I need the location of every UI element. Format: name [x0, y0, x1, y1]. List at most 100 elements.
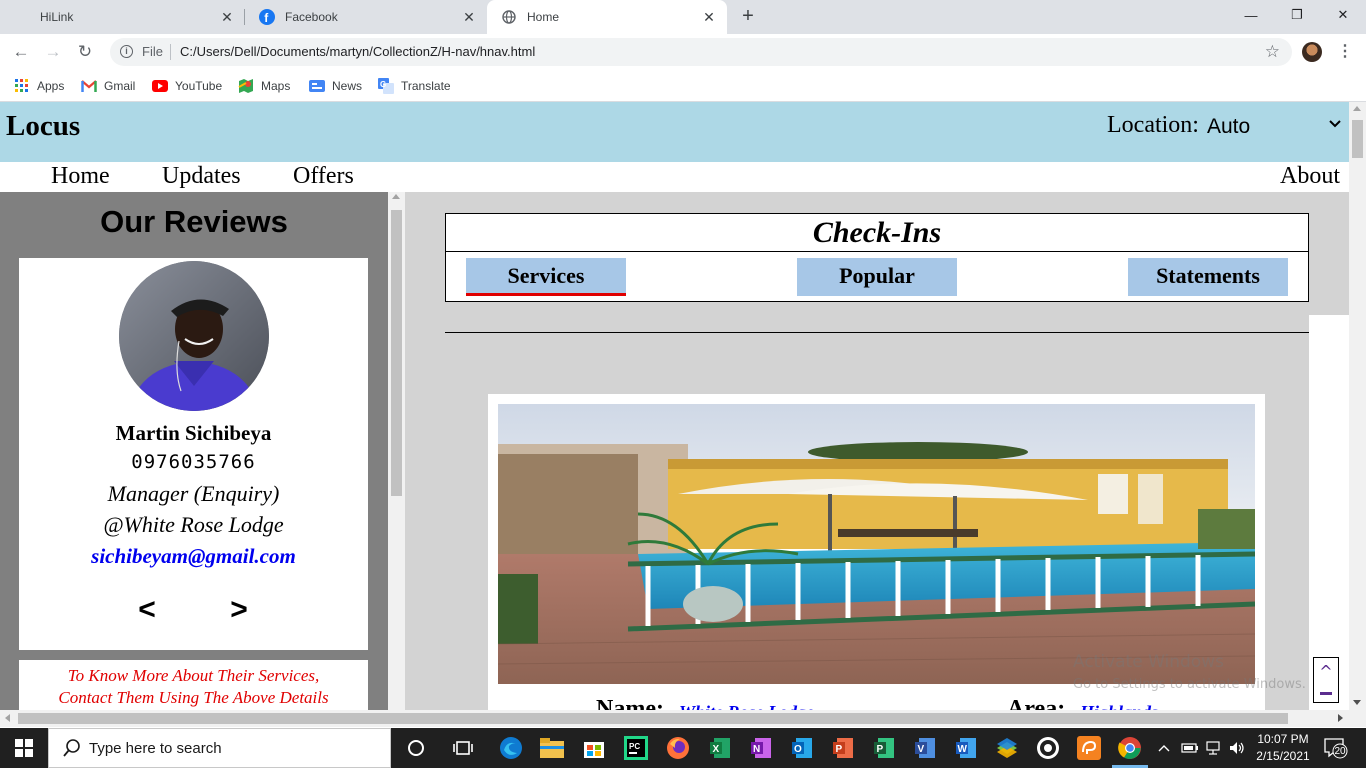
- chrome-icon[interactable]: [1116, 734, 1144, 762]
- menu-kebab-icon[interactable]: ⋮: [1337, 42, 1353, 62]
- info-icon[interactable]: i: [120, 45, 133, 58]
- svg-text:P: P: [877, 744, 884, 755]
- divider: [170, 44, 171, 60]
- tab-facebook[interactable]: f Facebook ✕: [245, 0, 487, 34]
- news-icon: [309, 78, 325, 94]
- scroll-left-arrow-icon[interactable]: [5, 714, 10, 722]
- sidebar-scrollbar[interactable]: [388, 192, 405, 710]
- pdf-editor-icon[interactable]: [1075, 734, 1103, 762]
- bookmark-maps[interactable]: Maps: [238, 78, 290, 94]
- file-explorer-icon[interactable]: [538, 734, 566, 762]
- close-window-button[interactable]: ✕: [1320, 0, 1366, 30]
- obs-icon[interactable]: [1034, 734, 1062, 762]
- bookmark-news[interactable]: News: [309, 78, 362, 94]
- word-icon[interactable]: W: [952, 734, 980, 762]
- close-tab-icon[interactable]: ✕: [461, 9, 477, 25]
- checkins-title: Check-Ins: [446, 214, 1308, 252]
- listing-area-value[interactable]: Highlands: [1080, 702, 1158, 710]
- store-icon[interactable]: [580, 734, 608, 762]
- bookmark-youtube[interactable]: YouTube: [152, 78, 222, 94]
- main-nav: Home Updates Offers About: [0, 162, 1349, 192]
- bookmark-gmail[interactable]: Gmail: [81, 78, 135, 94]
- onenote-icon[interactable]: N: [747, 734, 775, 762]
- tab-statements[interactable]: Statements: [1128, 258, 1288, 296]
- activation-watermark-subtitle: Go to Settings to activate Windows.: [1073, 677, 1306, 692]
- volume-icon[interactable]: [1228, 728, 1246, 768]
- excel-icon[interactable]: X: [706, 734, 734, 762]
- windows-taskbar: Type here to search PC X N O P P V W 10:…: [0, 728, 1366, 768]
- reviewer-email-link[interactable]: sichibeyam@gmail.com: [19, 544, 368, 569]
- tab-hilink[interactable]: HiLink ✕: [0, 0, 245, 34]
- outlook-icon[interactable]: O: [788, 734, 816, 762]
- pycharm-icon[interactable]: PC: [622, 734, 650, 762]
- tab-title: Facebook: [285, 10, 338, 24]
- location-label: Location:: [1107, 112, 1199, 138]
- tab-home[interactable]: Home ✕: [487, 0, 727, 34]
- site-logo[interactable]: Locus: [6, 110, 80, 143]
- restore-button[interactable]: ❐: [1274, 0, 1320, 30]
- listing-photo[interactable]: [498, 404, 1255, 684]
- scroll-thumb[interactable]: [1352, 120, 1363, 158]
- powerpoint-icon[interactable]: P: [829, 734, 857, 762]
- forward-icon[interactable]: →: [43, 42, 63, 62]
- page-vertical-scrollbar[interactable]: [1349, 102, 1366, 710]
- visio-icon[interactable]: V: [911, 734, 939, 762]
- listing-name-value[interactable]: White Rose Lodge: [679, 702, 814, 710]
- back-icon[interactable]: ←: [11, 42, 31, 62]
- omnibox[interactable]: i File C:/Users/Dell/Documents/martyn/Co…: [110, 38, 1292, 66]
- new-tab-button[interactable]: +: [738, 6, 758, 26]
- nav-updates[interactable]: Updates: [162, 163, 241, 190]
- scroll-thumb[interactable]: [18, 713, 1288, 724]
- system-clock[interactable]: 10:07 PM 2/15/2021: [1253, 731, 1313, 765]
- review-prev-button[interactable]: <: [132, 593, 162, 627]
- review-next-button[interactable]: >: [224, 593, 254, 627]
- bluestacks-icon[interactable]: [993, 734, 1021, 762]
- location-select[interactable]: Auto: [1207, 114, 1349, 140]
- windows-start-icon[interactable]: [0, 728, 48, 768]
- bookmarks-bar: Apps Gmail YouTube Maps News G Translate: [0, 70, 1366, 102]
- cortana-icon[interactable]: [402, 734, 430, 762]
- hilink-icon: [14, 9, 30, 25]
- url-text[interactable]: C:/Users/Dell/Documents/martyn/Collectio…: [180, 44, 535, 59]
- bookmark-label: Translate: [401, 79, 451, 93]
- apps-grid-icon: [14, 78, 30, 94]
- listing-area-label: Area:: [1007, 696, 1066, 710]
- nav-about[interactable]: About: [1280, 163, 1340, 190]
- task-view-icon[interactable]: [449, 734, 477, 762]
- bookmark-translate[interactable]: G Translate: [378, 78, 451, 94]
- reload-icon[interactable]: ↻: [75, 42, 95, 62]
- scroll-down-arrow-icon[interactable]: [1353, 700, 1361, 705]
- edge-icon[interactable]: [497, 734, 525, 762]
- bookmark-star-icon[interactable]: ☆: [1265, 42, 1280, 62]
- nav-offers[interactable]: Offers: [293, 163, 354, 190]
- network-icon[interactable]: [1205, 728, 1223, 768]
- bookmark-label: Apps: [37, 79, 65, 93]
- bookmark-label: News: [332, 79, 363, 93]
- bookmark-apps[interactable]: Apps: [14, 78, 64, 94]
- close-tab-icon[interactable]: ✕: [701, 9, 717, 25]
- battery-icon[interactable]: [1181, 728, 1199, 768]
- scroll-thumb[interactable]: [391, 210, 402, 496]
- show-hidden-icons[interactable]: [1158, 728, 1170, 768]
- globe-icon: [501, 9, 517, 25]
- svg-text:G: G: [380, 80, 386, 89]
- page-horizontal-scrollbar[interactable]: [0, 710, 1366, 727]
- close-tab-icon[interactable]: ✕: [219, 9, 235, 25]
- clock-date: 2/15/2021: [1256, 749, 1310, 763]
- firefox-icon[interactable]: [664, 734, 692, 762]
- minimize-button[interactable]: —: [1228, 0, 1274, 30]
- checkins-panel: Check-Ins Services Popular Statements: [445, 213, 1309, 302]
- tab-services[interactable]: Services: [466, 258, 626, 296]
- underline-bar: [1320, 692, 1332, 695]
- profile-avatar[interactable]: [1302, 42, 1322, 62]
- notification-center-icon[interactable]: 20: [1322, 736, 1348, 760]
- taskbar-search[interactable]: Type here to search: [48, 728, 391, 768]
- scroll-up-arrow-icon[interactable]: [1353, 106, 1361, 111]
- project-icon[interactable]: P: [870, 734, 898, 762]
- scroll-to-top-button[interactable]: ^: [1313, 657, 1339, 703]
- nav-home[interactable]: Home: [51, 163, 110, 190]
- scroll-right-arrow-icon[interactable]: [1338, 714, 1343, 722]
- tab-popular[interactable]: Popular: [797, 258, 957, 296]
- scroll-up-arrow-icon[interactable]: [392, 194, 400, 199]
- reviews-title: Our Reviews: [100, 204, 288, 239]
